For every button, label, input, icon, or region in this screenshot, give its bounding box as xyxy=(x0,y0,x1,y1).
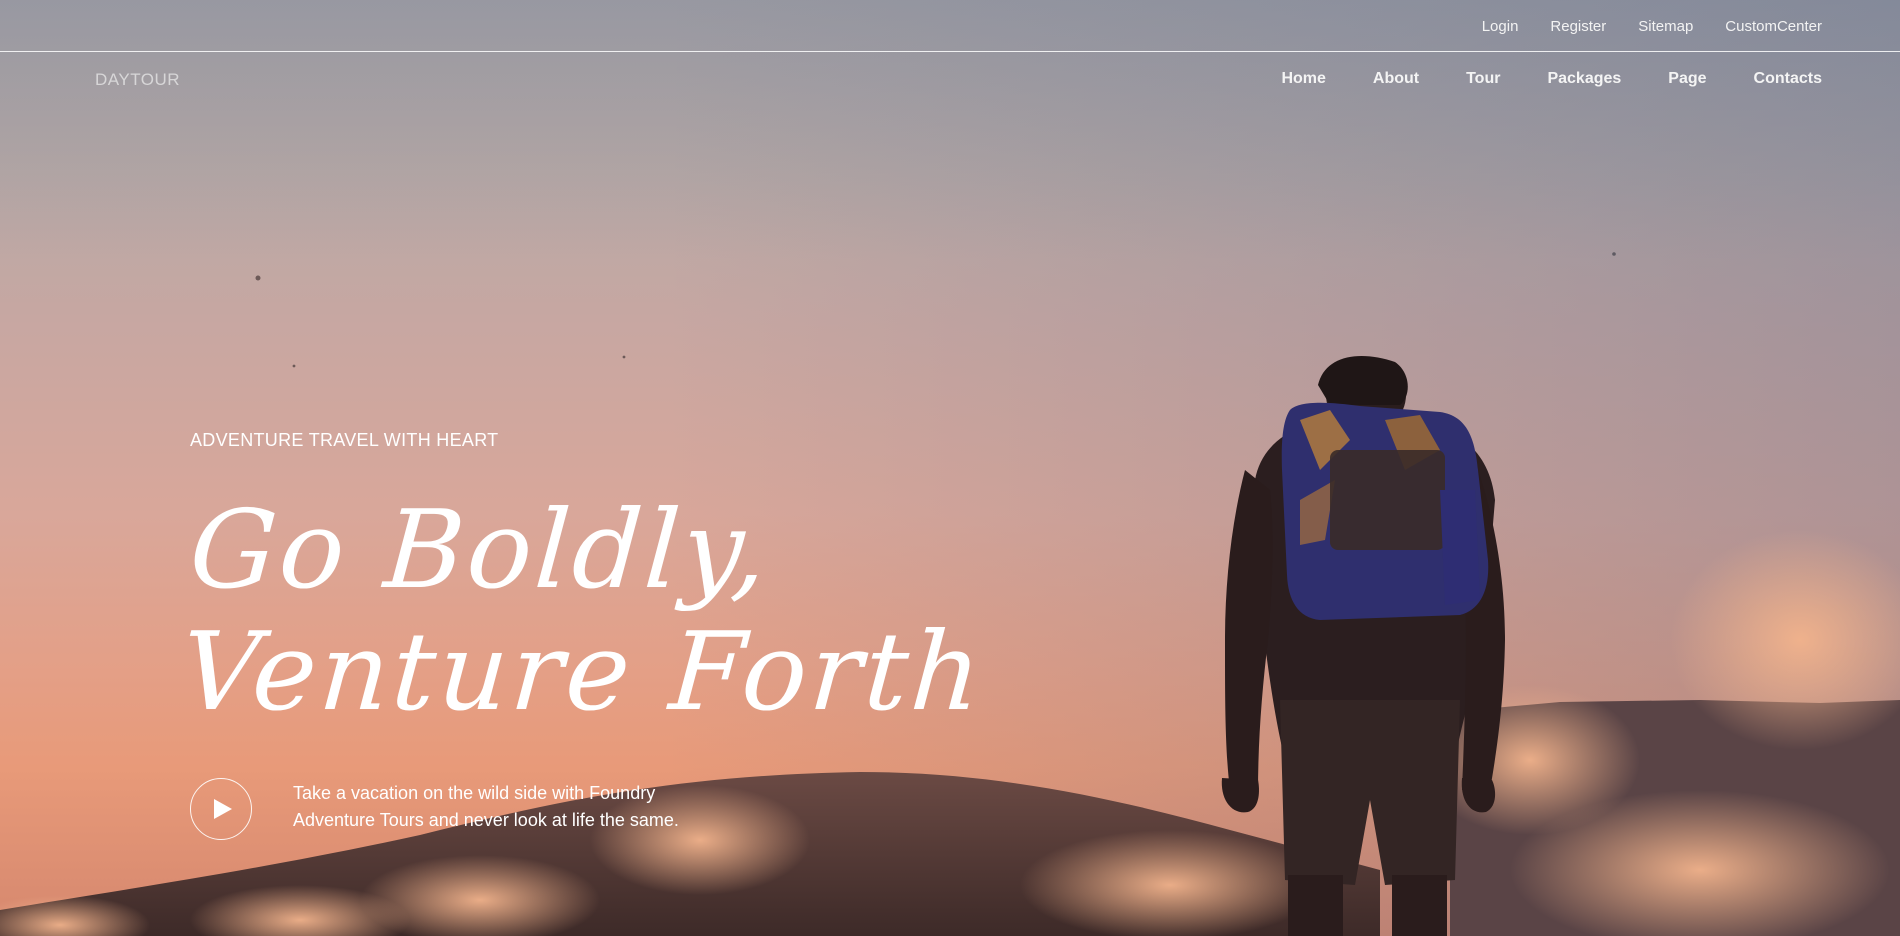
login-link[interactable]: Login xyxy=(1482,18,1519,35)
top-links: Login Register Sitemap CustomCenter xyxy=(1482,18,1822,35)
background-scene xyxy=(0,252,1900,936)
brand-logo[interactable]: DAYTOUR xyxy=(95,70,180,90)
hero-section: Login Register Sitemap CustomCenter DAYT… xyxy=(0,0,1900,936)
headline-line-2: Venture Forth xyxy=(177,610,989,735)
nav-item-page[interactable]: Page xyxy=(1668,70,1706,88)
play-video-button[interactable] xyxy=(190,778,252,840)
hero-tagline: Take a vacation on the wild side with Fo… xyxy=(293,780,763,834)
hero-headline: Go Boldly, Venture Forth xyxy=(177,488,989,735)
nav-item-about[interactable]: About xyxy=(1373,70,1419,88)
top-utility-bar: Login Register Sitemap CustomCenter xyxy=(0,0,1900,52)
nav-item-tour[interactable]: Tour xyxy=(1466,70,1500,88)
headline-line-1: Go Boldly, xyxy=(185,488,774,613)
main-navigation: DAYTOUR Home About Tour Packages Page Co… xyxy=(0,52,1900,108)
nav-menu: Home About Tour Packages Page Contacts xyxy=(1281,70,1822,88)
nav-item-contacts[interactable]: Contacts xyxy=(1754,70,1822,88)
hero-eyebrow: ADVENTURE TRAVEL WITH HEART xyxy=(190,430,499,450)
register-link[interactable]: Register xyxy=(1550,18,1606,35)
tagline-line-2: Adventure Tours and never look at life t… xyxy=(293,810,679,830)
custom-center-link[interactable]: CustomCenter xyxy=(1725,18,1822,35)
nav-item-packages[interactable]: Packages xyxy=(1547,70,1621,88)
sitemap-link[interactable]: Sitemap xyxy=(1638,18,1693,35)
nav-item-home[interactable]: Home xyxy=(1281,70,1325,88)
tagline-line-1: Take a vacation on the wild side with Fo… xyxy=(293,783,656,803)
play-icon xyxy=(214,799,232,819)
